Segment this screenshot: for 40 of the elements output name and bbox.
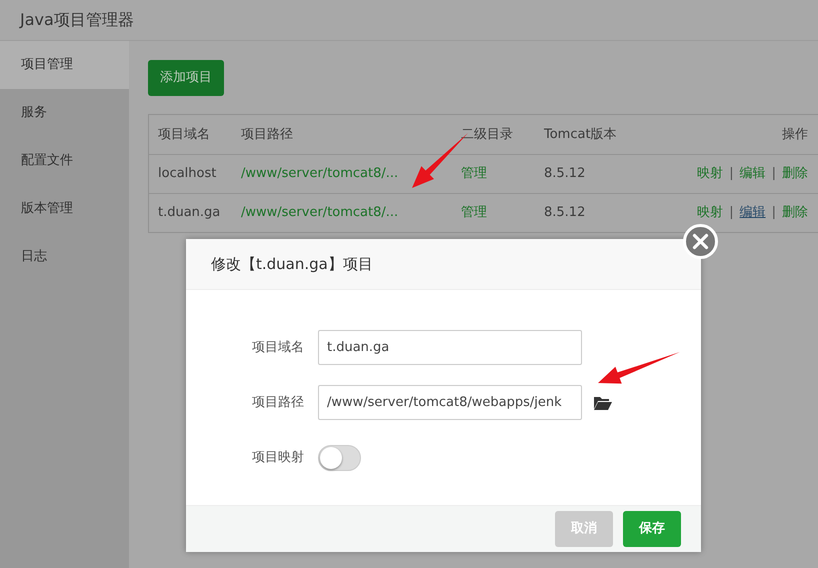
table-cell: 8.5.12 (544, 166, 586, 182)
add-project-button[interactable]: 添加项目 (148, 60, 224, 96)
column-header: 项目路径 (241, 126, 293, 142)
table-cell: localhost (158, 166, 216, 182)
separator: | (729, 165, 734, 184)
close-button[interactable] (683, 224, 718, 259)
action-link[interactable]: 编辑 (740, 203, 766, 223)
manage-link[interactable]: 管理 (461, 166, 487, 182)
dialog-title: 修改【t.duan.ga】项目 (211, 254, 373, 275)
column-header: Tomcat版本 (544, 126, 617, 142)
sidebar-item[interactable]: 服务 (0, 89, 129, 137)
path-link[interactable]: /www/server/tomcat8/... (241, 166, 398, 182)
input-field[interactable]: /www/server/tomcat8/webapps/jenk (318, 385, 582, 420)
sidebar-item[interactable]: 项目管理 (0, 41, 129, 89)
sidebar-item[interactable]: 日志 (0, 233, 129, 281)
action-link[interactable]: 删除 (782, 164, 808, 184)
table-cell: t.duan.ga (158, 205, 220, 220)
column-header: 二级目录 (461, 126, 513, 142)
action-link[interactable]: 映射 (697, 164, 724, 184)
column-header: 操作 (782, 126, 808, 144)
action-link[interactable]: 删除 (782, 203, 808, 223)
app-title: Java项目管理器 (20, 9, 134, 31)
field-label: 项目域名 (251, 338, 305, 357)
sidebar-item[interactable]: 配置文件 (0, 137, 129, 185)
save-button[interactable]: 保存 (623, 511, 681, 547)
separator: | (772, 165, 776, 184)
sidebar-item[interactable]: 版本管理 (0, 185, 129, 233)
path-link[interactable]: /www/server/tomcat8/... (241, 205, 398, 220)
field-label: 项目映射 (251, 448, 305, 467)
action-link[interactable]: 编辑 (740, 164, 766, 184)
action-link[interactable]: 映射 (697, 203, 724, 223)
manage-link[interactable]: 管理 (461, 205, 487, 220)
input-field[interactable]: t.duan.ga (318, 330, 582, 365)
column-header: 项目域名 (158, 126, 210, 142)
table-cell: 8.5.12 (544, 205, 586, 220)
folder-icon[interactable] (594, 396, 612, 410)
field-label: 项目路径 (251, 394, 305, 412)
toggle-switch[interactable] (318, 444, 361, 470)
separator: | (729, 204, 734, 222)
separator: | (772, 204, 776, 222)
